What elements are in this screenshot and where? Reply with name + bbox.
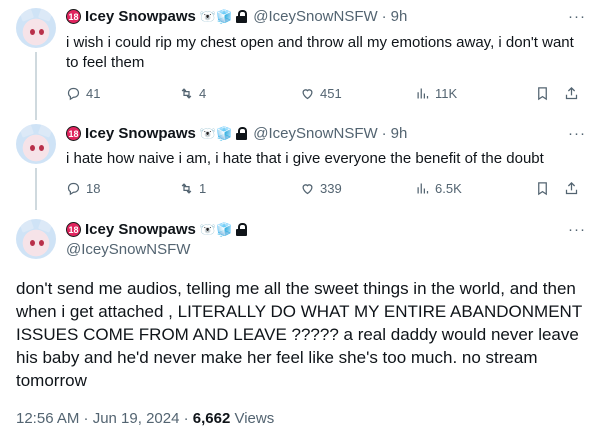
bookmark-button[interactable]	[535, 181, 550, 196]
tweet-header: 18 Icey Snowpaws 🐻‍❄️🧊	[66, 221, 248, 238]
tweet-header: 18 Icey Snowpaws 🐻‍❄️🧊 @IceySnowNSFW · 9…	[66, 8, 407, 25]
reply-button[interactable]: 41	[66, 86, 100, 101]
share-button[interactable]	[564, 86, 579, 101]
like-button[interactable]: 451	[300, 86, 342, 101]
more-icon[interactable]: ···	[568, 8, 586, 25]
main-tweet-text: don't send me audios, telling me all the…	[16, 279, 582, 390]
thread-line	[35, 168, 37, 210]
reply-icon	[66, 181, 81, 196]
more-icon[interactable]: ···	[568, 125, 586, 142]
like-button[interactable]: 339	[300, 181, 342, 196]
views-button[interactable]: 11K	[415, 86, 457, 101]
views-label: Views	[230, 410, 275, 427]
lock-icon	[236, 223, 248, 236]
timestamp[interactable]: 9h	[391, 8, 408, 25]
tweet-header: 18 Icey Snowpaws 🐻‍❄️🧊 @IceySnowNSFW · 9…	[66, 125, 407, 142]
views-icon	[415, 181, 430, 196]
lock-icon	[236, 10, 248, 23]
view-count: 6,662	[192, 410, 231, 427]
avatar[interactable]	[16, 219, 56, 259]
name-emoji: 🐻‍❄️🧊	[199, 8, 233, 24]
repost-button[interactable]: 4	[179, 86, 206, 101]
views-button[interactable]: 6.5K	[415, 181, 462, 196]
age-badge: 18	[66, 126, 81, 141]
action-bar: 18 1 339 6.5K	[66, 178, 586, 198]
age-badge: 18	[66, 9, 81, 24]
bookmark-icon	[535, 181, 550, 196]
repost-icon	[179, 181, 194, 196]
tweet-text: i wish i could rip my chest open and thr…	[66, 34, 574, 71]
lock-icon	[236, 127, 248, 140]
handle[interactable]: @IceySnowNSFW	[66, 241, 190, 258]
share-icon	[564, 86, 579, 101]
action-bar: 41 4 451 11K	[66, 83, 586, 103]
name-emoji: 🐻‍❄️🧊	[199, 221, 233, 237]
display-name[interactable]: Icey Snowpaws	[85, 8, 196, 25]
avatar[interactable]	[16, 8, 56, 48]
handle[interactable]: @IceySnowNSFW	[253, 8, 377, 25]
reply-icon	[66, 86, 81, 101]
timestamp[interactable]: 9h	[391, 125, 408, 142]
like-icon	[300, 181, 315, 196]
repost-button[interactable]: 1	[179, 181, 206, 196]
repost-icon	[179, 86, 194, 101]
age-badge: 18	[66, 222, 81, 237]
avatar[interactable]	[16, 124, 56, 164]
post-timestamp[interactable]: 12:56 AM · Jun 19, 2024 ·	[16, 410, 193, 427]
bookmark-button[interactable]	[535, 86, 550, 101]
reply-button[interactable]: 18	[66, 181, 100, 196]
name-emoji: 🐻‍❄️🧊	[199, 125, 233, 141]
thread-line	[35, 52, 37, 120]
like-icon	[300, 86, 315, 101]
tweet-meta: 12:56 AM · Jun 19, 2024 · 6,662 Views	[16, 410, 274, 427]
share-icon	[564, 181, 579, 196]
display-name[interactable]: Icey Snowpaws	[85, 221, 196, 238]
more-icon[interactable]: ···	[568, 221, 586, 238]
handle-line: @IceySnowNSFW	[66, 241, 190, 258]
handle[interactable]: @IceySnowNSFW	[253, 125, 377, 142]
tweet-text: i hate how naive i am, i hate that i giv…	[66, 150, 544, 167]
display-name[interactable]: Icey Snowpaws	[85, 125, 196, 142]
share-button[interactable]	[564, 181, 579, 196]
views-icon	[415, 86, 430, 101]
bookmark-icon	[535, 86, 550, 101]
